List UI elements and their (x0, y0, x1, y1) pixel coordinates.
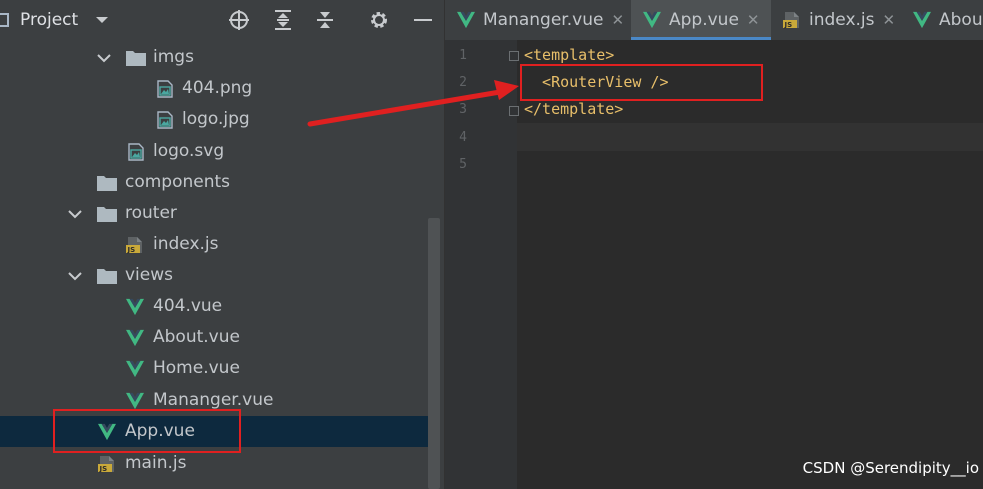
svg-text:JS: JS (127, 246, 136, 254)
tab-label: Mananger.vue (483, 10, 604, 30)
folder-icon (96, 267, 117, 285)
tree-folder[interactable]: imgs (0, 42, 428, 73)
tree-item-label: 404.png (182, 78, 253, 98)
svg-text:JS: JS (99, 465, 108, 473)
tree-item-label: components (125, 172, 231, 192)
folder-icon (125, 49, 146, 67)
expand-chevron-icon[interactable] (94, 42, 114, 73)
tree-scrollbar-thumb[interactable] (428, 218, 440, 489)
tree-item-label: views (125, 265, 174, 285)
tab-label: index.js (809, 10, 875, 30)
svg-text:JS: JS (784, 21, 793, 29)
chevron-down-icon[interactable] (92, 0, 112, 40)
collapse-all-icon[interactable] (312, 0, 338, 40)
vue-file-icon (126, 329, 144, 347)
tree-item-label: imgs (153, 47, 194, 67)
folder-icon (96, 174, 117, 192)
expand-all-icon[interactable] (270, 0, 296, 40)
code-editor[interactable]: 12345 <template> <RouterView /> </templat… (445, 40, 983, 489)
image-file-icon (156, 80, 174, 98)
tree-item-label: About.vue (153, 327, 240, 347)
image-file-icon (127, 143, 145, 161)
vue-file-icon (126, 392, 144, 410)
project-view-title[interactable]: Project (20, 0, 78, 40)
close-tab-icon[interactable]: ✕ (883, 11, 896, 29)
expand-chevron-icon[interactable] (65, 198, 85, 229)
tree-file[interactable]: 404.vue (0, 291, 428, 322)
tree-file[interactable]: JS index.js (0, 229, 428, 260)
line-number: 4 (459, 130, 467, 145)
tree-file[interactable]: 404.png (0, 73, 428, 104)
project-toolbar: Project (0, 0, 444, 40)
vue-file-icon (913, 11, 931, 29)
vue-file-icon (126, 298, 144, 316)
close-tab-icon[interactable]: ✕ (747, 11, 760, 29)
tree-folder[interactable]: router (0, 198, 428, 229)
tree-item-label: Home.vue (153, 358, 240, 378)
js-file-icon: JS (98, 455, 116, 473)
line-number: 5 (459, 157, 467, 172)
tree-file[interactable]: logo.jpg (0, 104, 428, 135)
locate-icon[interactable] (226, 0, 252, 40)
editor-tab-bar: Mananger.vue ✕ App.vue ✕ JS index.js ✕ About (445, 0, 983, 40)
gear-icon[interactable] (366, 0, 392, 40)
tree-file[interactable]: About.vue (0, 322, 428, 353)
expand-chevron-icon[interactable] (65, 260, 85, 291)
tree-item-label: 404.vue (153, 296, 223, 316)
tab-label: About (939, 10, 983, 30)
line-number: 3 (459, 102, 467, 117)
vue-file-icon (126, 360, 144, 378)
tree-file[interactable]: logo.svg (0, 136, 428, 167)
minimize-icon[interactable] (410, 0, 436, 40)
tree-item-label: index.js (153, 234, 219, 254)
editor-tab[interactable]: About (901, 0, 983, 40)
line-number: 1 (459, 48, 467, 63)
current-line-highlight (517, 123, 983, 151)
vue-file-icon (643, 11, 661, 29)
fold-marker-icon[interactable] (509, 106, 519, 116)
image-file-icon (156, 111, 174, 129)
project-view-icon[interactable] (0, 0, 10, 40)
tree-item-label: router (125, 203, 177, 223)
vue-file-icon (457, 11, 475, 29)
tree-item-label: logo.svg (153, 141, 225, 161)
tree-folder[interactable]: components (0, 167, 428, 198)
editor-gutter: 1 2 3 4 5 (445, 40, 519, 489)
tree-file[interactable]: Home.vue (0, 353, 428, 384)
js-file-icon: JS (783, 11, 801, 29)
watermark: CSDN @Serendipity__io (802, 459, 979, 477)
tree-folder[interactable]: views (0, 260, 428, 291)
close-tab-icon[interactable]: ✕ (611, 11, 624, 29)
editor-tab[interactable]: JS index.js ✕ (771, 0, 901, 40)
tree-item-label: logo.jpg (182, 109, 250, 129)
line-number: 2 (459, 75, 467, 90)
editor-tab[interactable]: App.vue ✕ (631, 0, 771, 40)
editor-tab[interactable]: Mananger.vue ✕ (445, 0, 631, 40)
tab-label: App.vue (669, 10, 739, 30)
folder-icon (96, 205, 117, 223)
js-file-icon: JS (126, 236, 144, 254)
highlight-box-app-vue (53, 409, 241, 453)
highlight-box-routerview (520, 64, 763, 101)
fold-marker-icon[interactable] (509, 51, 519, 61)
